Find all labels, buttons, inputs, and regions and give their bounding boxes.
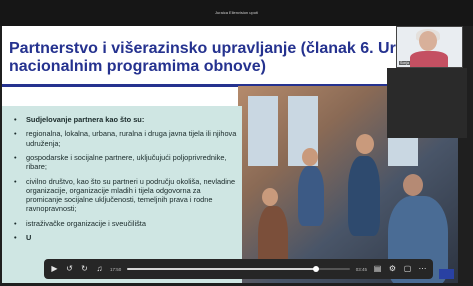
photo-person-head	[403, 174, 423, 196]
captions-icon[interactable]: ▤	[373, 265, 382, 273]
current-time: 17:50	[110, 266, 122, 272]
eu-flag-icon	[439, 269, 454, 279]
bullet-box: Sudjelovanje partnera kao što su: region…	[2, 106, 242, 283]
bullet-heading: Sudjelovanje partnera kao što su:	[12, 115, 237, 124]
bullet-item: regionalna, lokalna, urbana, ruralna i d…	[12, 129, 237, 147]
total-time: 03:45	[355, 266, 367, 272]
photo-person-head	[356, 134, 374, 154]
participant-face	[419, 31, 437, 51]
slide-title: Partnerstvo i višerazinsko upravljanje (…	[9, 40, 434, 76]
photo-person-head	[302, 148, 318, 166]
progress-bar[interactable]	[127, 266, 350, 272]
bullet-item: U	[12, 233, 237, 242]
progress-knob[interactable]	[313, 266, 320, 272]
bullet-item: gospodarske i socijalne partnere, uključ…	[12, 153, 237, 171]
bullet-list: Sudjelovanje partnera kao što su: region…	[12, 115, 237, 247]
photo-person	[298, 166, 324, 226]
settings-icon[interactable]: ⚙	[388, 265, 397, 273]
video-controls: ▶ ↺ ↻ ♫ 17:50 03:45 ▤ ⚙ ▢ ⋯	[44, 259, 433, 279]
participant-video[interactable]: Sonja	[396, 26, 463, 68]
bullet-item: istraživačke organizacije i sveučilišta	[12, 219, 237, 228]
side-panel	[387, 68, 467, 138]
slide-title-line-2: nacionalnim programima obnove)	[9, 58, 266, 75]
presentation-slide: Partnerstvo i višerazinsko upravljanje (…	[2, 26, 458, 283]
fullscreen-icon[interactable]: ▢	[403, 265, 412, 273]
rewind-icon[interactable]: ↺	[65, 265, 74, 273]
window-title-bar: Juraica Ellenvision upoti	[0, 0, 473, 26]
photo-window	[248, 96, 278, 166]
progress-fill	[127, 268, 317, 270]
volume-icon[interactable]: ♫	[95, 265, 104, 273]
photo-person-head	[262, 188, 278, 206]
forward-icon[interactable]: ↻	[80, 265, 89, 273]
participant-body	[410, 51, 448, 67]
participant-name: Sonja	[399, 61, 410, 65]
slide-title-line-1: Partnerstvo i višerazinsko upravljanje (…	[9, 40, 434, 57]
window-title: Juraica Ellenvision upoti	[215, 10, 258, 15]
play-icon[interactable]: ▶	[50, 265, 59, 273]
bullet-item: civilno društvo, kao što su partneri u p…	[12, 177, 237, 214]
more-icon[interactable]: ⋯	[418, 265, 427, 273]
photo-person	[348, 156, 380, 236]
